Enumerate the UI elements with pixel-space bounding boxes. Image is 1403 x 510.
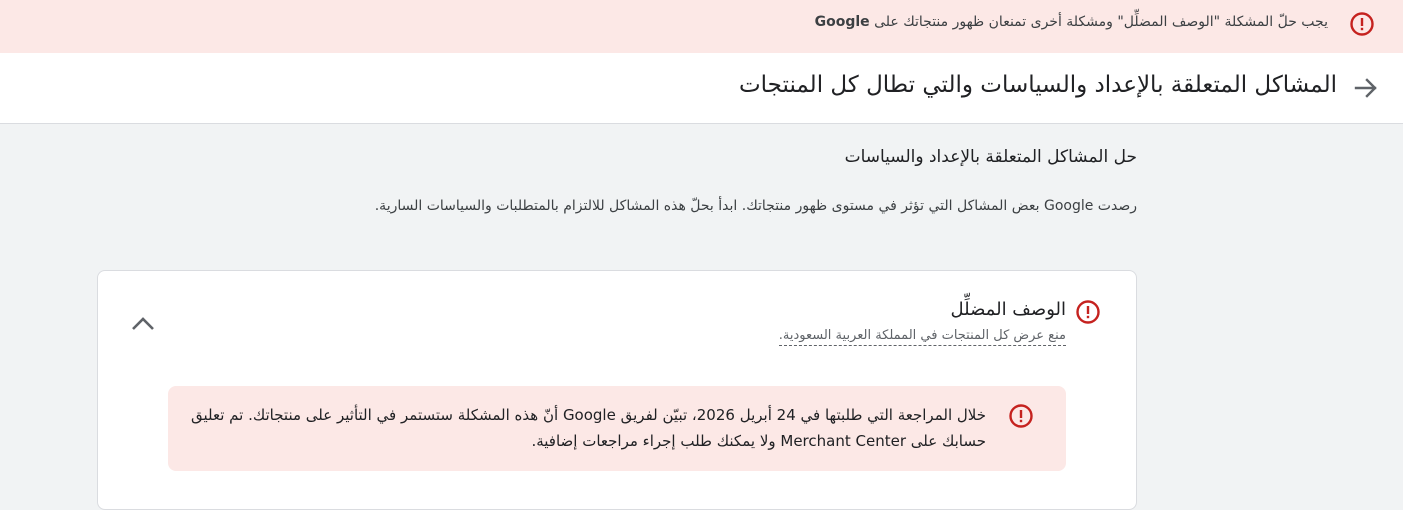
account-alert-banner: يجب حلّ المشكلة "الوصف المضلِّل" ومشكلة …: [0, 0, 1403, 53]
issue-subtitle[interactable]: منع عرض كل المنتجات في المملكة العربية ا…: [778, 328, 1066, 346]
chevron-up-icon[interactable]: [128, 311, 158, 337]
alert-message: يجب حلّ المشكلة "الوصف المضلِّل" ومشكلة …: [815, 14, 1328, 30]
page-title: المشاكل المتعلقة بالإعداد والسياسات والت…: [739, 72, 1337, 98]
error-icon: [1076, 300, 1100, 324]
arrow-back-icon[interactable]: [1353, 75, 1379, 101]
issue-card: الوصف المضلِّل منع عرض كل المنتجات في ال…: [97, 270, 1137, 510]
review-result-alert: خلال المراجعة التي طلبتها في 24 أبريل 20…: [168, 386, 1066, 471]
error-icon: [1009, 404, 1033, 428]
error-icon: [1350, 12, 1374, 36]
review-result-message: خلال المراجعة التي طلبتها في 24 أبريل 20…: [190, 406, 986, 450]
section-heading: حل المشاكل المتعلقة بالإعداد والسياسات: [844, 147, 1137, 167]
section-description: رصدت Google بعض المشاكل التي تؤثر في مست…: [374, 198, 1137, 214]
alert-message-text: يجب حلّ المشكلة "الوصف المضلِّل" ومشكلة …: [869, 14, 1328, 30]
issue-title: الوصف المضلِّل: [950, 299, 1066, 320]
alert-brand-text: Google: [814, 14, 870, 30]
page-header: المشاكل المتعلقة بالإعداد والسياسات والت…: [0, 53, 1403, 124]
